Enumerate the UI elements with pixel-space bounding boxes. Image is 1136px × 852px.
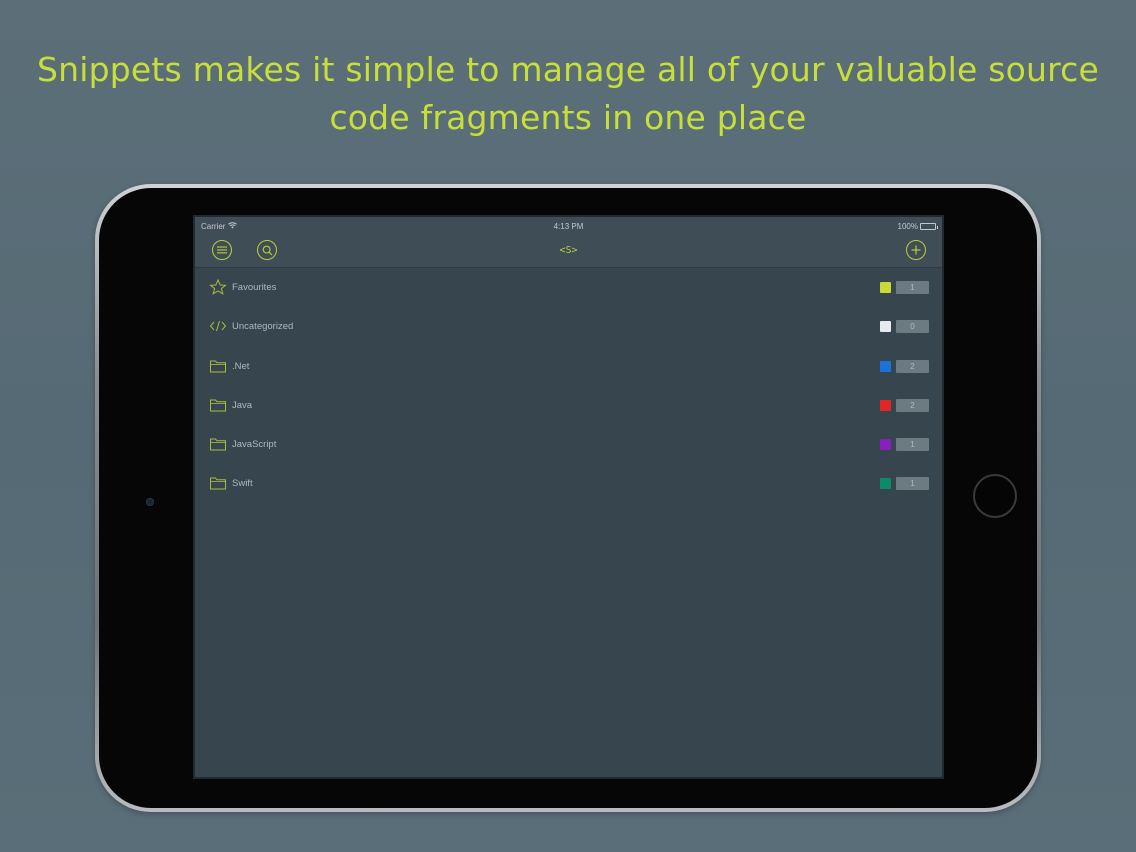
folder-count-badge: 1 <box>896 438 929 452</box>
folder-color-swatch <box>880 439 891 451</box>
folder-color-swatch <box>880 360 891 372</box>
status-right: 100% <box>897 222 938 231</box>
app-screen: Carrier 4:13 PM 100% <S> Favourites 1 Un… <box>193 215 944 779</box>
nav-bar: <S> <box>195 235 942 268</box>
headline-line-2: code fragments in one place <box>329 98 807 137</box>
add-button[interactable] <box>906 240 926 260</box>
folder-icon <box>210 438 226 451</box>
folder-color-swatch <box>880 399 891 411</box>
headline-line-1: Snippets makes it simple to manage all o… <box>36 50 1099 89</box>
folder-row-javascript[interactable]: JavaScript 1 <box>195 425 942 464</box>
nav-title: <S> <box>559 245 578 256</box>
folder-row-favourites[interactable]: Favourites 1 <box>195 268 942 307</box>
folder-color-swatch <box>880 321 891 333</box>
folder-color-swatch <box>880 282 891 293</box>
folder-row-java[interactable]: Java 2 <box>195 386 942 425</box>
folder-icon <box>210 477 226 490</box>
home-button[interactable] <box>973 474 1017 518</box>
battery-label: 100% <box>897 222 918 231</box>
folder-row-dotnet[interactable]: .Net 2 <box>195 347 942 386</box>
folder-label: Uncategorized <box>232 321 294 333</box>
folder-icon <box>210 399 226 412</box>
plus-icon <box>911 245 921 255</box>
code-icon <box>209 321 227 332</box>
folder-icon <box>210 360 226 373</box>
folder-color-swatch <box>880 478 891 490</box>
folder-count-badge: 1 <box>896 281 929 294</box>
star-icon <box>209 279 227 295</box>
folder-label: JavaScript <box>232 439 277 451</box>
folder-label: Swift <box>232 478 253 490</box>
folder-list: Favourites 1 Uncategorized 0 .Net 2 Java… <box>195 268 942 504</box>
folder-label: Java <box>232 399 253 411</box>
folder-label: Favourites <box>232 282 277 293</box>
folder-row-swift[interactable]: Swift 1 <box>195 464 942 503</box>
folder-row-uncategorized[interactable]: Uncategorized 0 <box>195 307 942 346</box>
battery-icon <box>920 223 938 230</box>
headline: Snippets makes it simple to manage all o… <box>0 46 1136 142</box>
folder-count-badge: 2 <box>896 359 929 373</box>
folder-count-badge: 2 <box>896 398 929 412</box>
folder-count-badge: 0 <box>896 320 929 334</box>
folder-label: .Net <box>232 360 250 372</box>
folder-count-badge: 1 <box>896 477 929 491</box>
status-bar: Carrier 4:13 PM 100% <box>195 217 942 235</box>
status-time: 4:13 PM <box>553 222 584 231</box>
camera <box>146 498 154 506</box>
